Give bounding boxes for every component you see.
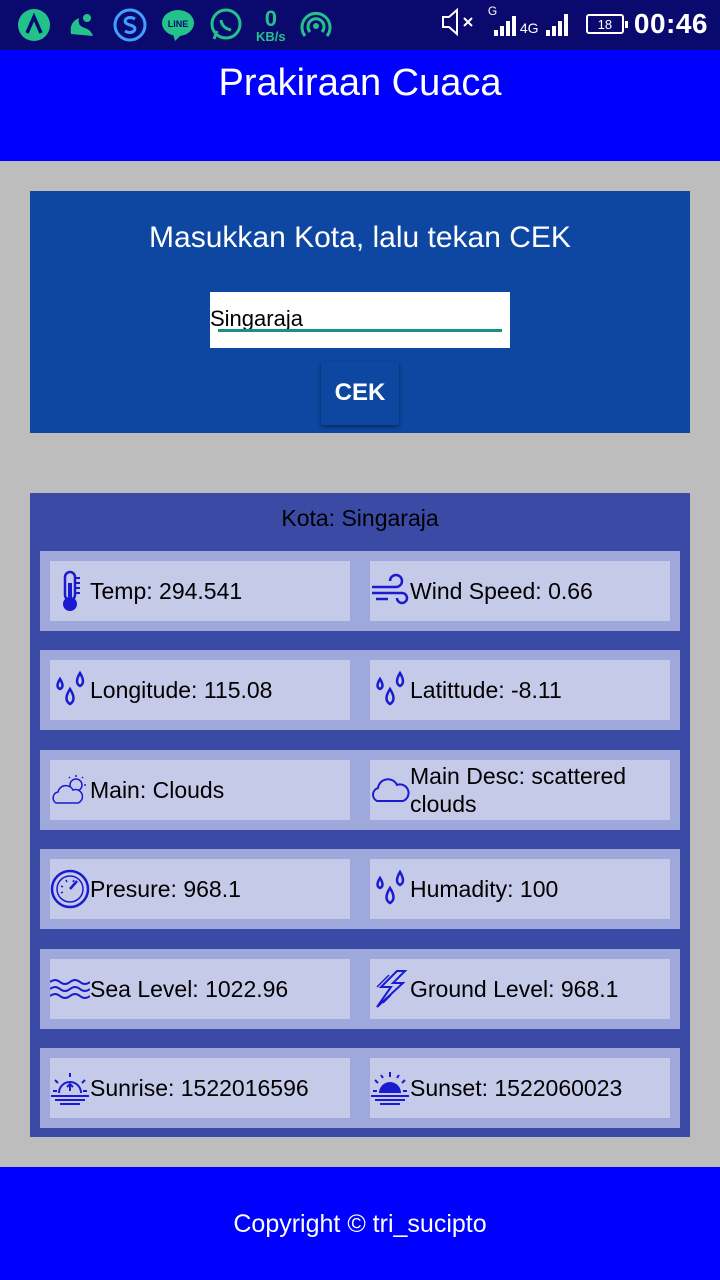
city-input-container[interactable]: [210, 292, 510, 348]
cek-button[interactable]: CEK: [321, 361, 399, 425]
input-underline: [218, 329, 502, 332]
pressure-text: Presure: 968.1: [90, 876, 241, 902]
humidity-cell: Humadity: 100: [370, 859, 670, 919]
page-title: Prakiraan Cuaca: [218, 62, 502, 104]
weather-row: Sunrise: 1522016596 Sunset: 1522060023: [40, 1048, 680, 1128]
sunset-text: Sunset: 1522060023: [410, 1075, 623, 1101]
s-icon: [112, 7, 148, 43]
signal-icon: G 4G: [486, 4, 576, 42]
thermometer-icon: [50, 561, 90, 621]
weather-row: Temp: 294.541 Wind Speed: 0.66: [40, 551, 680, 631]
latitude-cell: Latittude: -8.11: [370, 660, 670, 720]
ground-level-cell: Ground Level: 968.1: [370, 959, 670, 1019]
net-speed-value: 0: [264, 5, 277, 31]
wind-speed-text: Wind Speed: 0.66: [410, 578, 593, 604]
input-prompt: Masukkan Kota, lalu tekan CEK: [149, 221, 571, 254]
uc-browser-icon: [64, 7, 100, 43]
system-indicators: G 4G 18 00:46: [440, 4, 708, 42]
net-speed: 0 KB/s: [256, 5, 286, 44]
sunrise-text: Sunrise: 1522016596: [90, 1075, 309, 1101]
humidity-text: Humadity: 100: [410, 876, 559, 902]
raindrops-icon: [50, 660, 90, 720]
weather-row: Sea Level: 1022.96 Ground Level: 968.1: [40, 949, 680, 1029]
svg-text:LINE: LINE: [168, 19, 189, 29]
cloud-sun-icon: [50, 760, 90, 820]
battery-icon: 18: [585, 14, 628, 34]
a-icon: [16, 7, 52, 43]
main-desc-cell: Main Desc: scattered clouds: [370, 760, 670, 820]
weather-row: Presure: 968.1 Humadity: 100: [40, 849, 680, 929]
ground-level-text: Ground Level: 968.1: [410, 976, 619, 1002]
sea-level-cell: Sea Level: 1022.96: [50, 959, 350, 1019]
main-cell: Main: Clouds: [50, 760, 350, 820]
weather-result-card: Kota: Singaraja Temp: 294.541 Wind Speed…: [30, 493, 690, 1137]
temp-text: Temp: 294.541: [90, 578, 243, 604]
mute-icon: [440, 7, 476, 42]
latitude-text: Latittude: -8.11: [410, 677, 562, 703]
main-desc-text: Main Desc: scattered clouds: [410, 763, 627, 817]
main-text: Main: Clouds: [90, 777, 225, 803]
weather-row: Longitude: 115.08 Latittude: -8.11: [40, 650, 680, 730]
signal-label-4g: 4G: [519, 20, 539, 36]
sunset-icon: [370, 1058, 410, 1118]
footer: Copyright © tri_sucipto: [0, 1167, 720, 1280]
notification-icons: LINE 0 KB/s: [16, 7, 334, 43]
sunset-cell: Sunset: 1522060023: [370, 1058, 670, 1118]
wind-speed-cell: Wind Speed: 0.66: [370, 561, 670, 621]
longitude-cell: Longitude: 115.08: [50, 660, 350, 720]
wind-icon: [370, 561, 410, 621]
hotspot-icon: [298, 7, 334, 43]
result-city: Kota: Singaraja: [281, 505, 439, 531]
pressure-cell: Presure: 968.1: [50, 859, 350, 919]
city-input-card: Masukkan Kota, lalu tekan CEK CEK: [30, 191, 690, 433]
line-icon: LINE: [160, 7, 196, 43]
cloud-icon: [370, 760, 410, 820]
barometer-icon: [50, 859, 90, 919]
sea-level-text: Sea Level: 1022.96: [90, 976, 289, 1002]
longitude-text: Longitude: 115.08: [90, 677, 273, 703]
waves-icon: [50, 959, 90, 1019]
copyright-text: Copyright © tri_sucipto: [233, 1210, 487, 1238]
app-bar: Prakiraan Cuaca: [0, 50, 720, 161]
weather-row: Main: Clouds Main Desc: scattered clouds: [40, 750, 680, 830]
temp-cell: Temp: 294.541: [50, 561, 350, 621]
raindrops-icon: [370, 859, 410, 919]
raindrops-icon: [370, 660, 410, 720]
whatsapp-icon: [208, 7, 244, 43]
status-bar: LINE 0 KB/s G 4G 18 00:46: [0, 0, 720, 50]
net-speed-unit: KB/s: [256, 28, 286, 44]
sunrise-icon: [50, 1058, 90, 1118]
sunrise-cell: Sunrise: 1522016596: [50, 1058, 350, 1118]
clock: 00:46: [633, 8, 708, 39]
lightning-icon: [370, 959, 410, 1019]
